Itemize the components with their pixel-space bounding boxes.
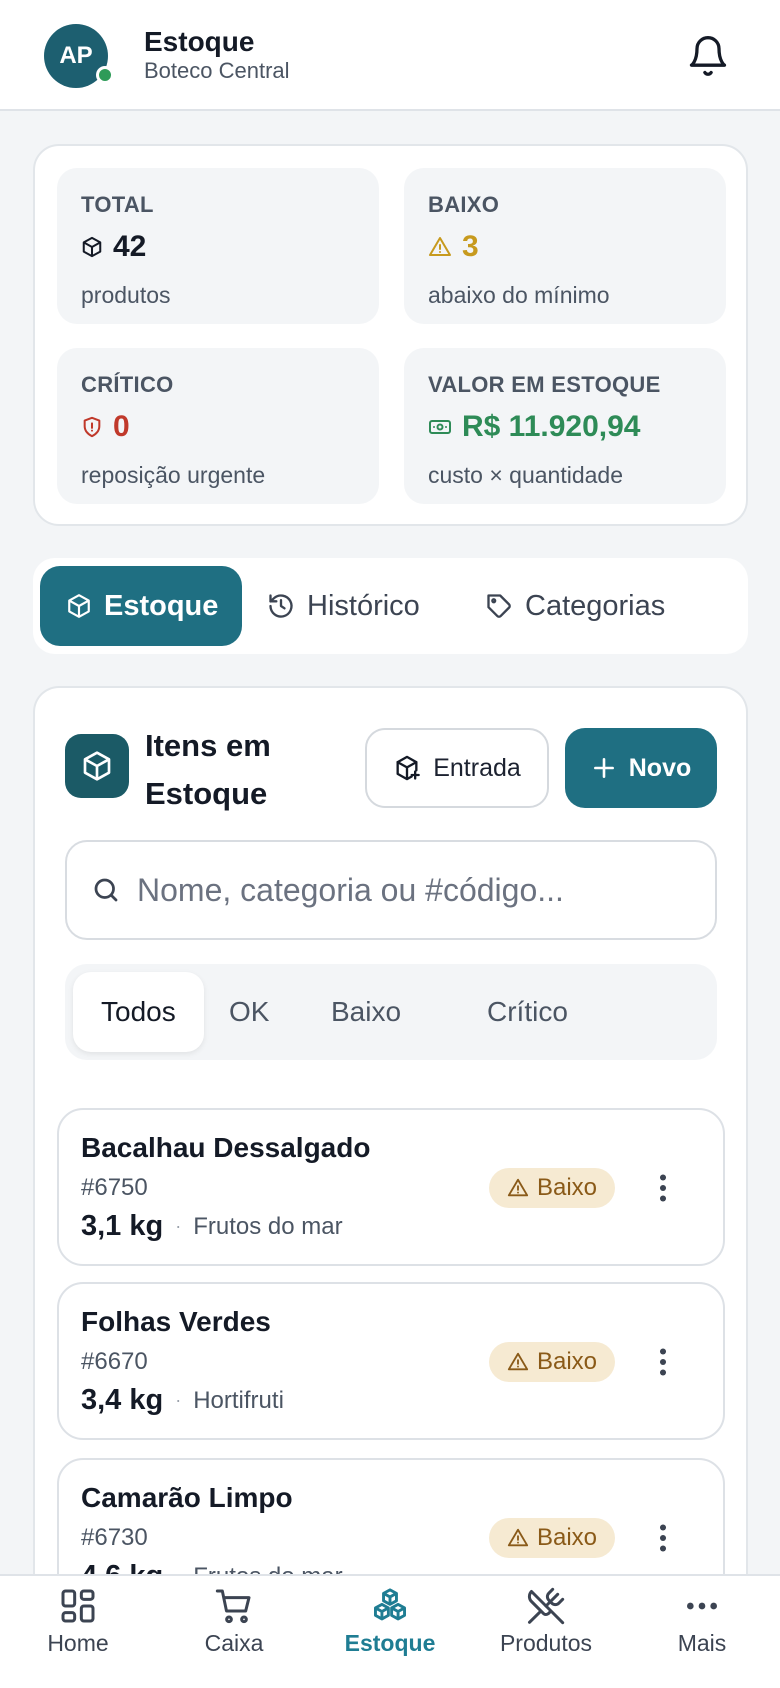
grid-icon	[58, 1586, 98, 1626]
novo-label: Novo	[628, 753, 692, 782]
status-badge: Baixo	[489, 1518, 615, 1558]
online-status-dot	[96, 66, 114, 84]
utensils-crossed-icon	[526, 1586, 566, 1626]
nav-label: Estoque	[344, 1630, 436, 1656]
warning-icon	[507, 1351, 529, 1373]
tab-label: Histórico	[307, 589, 420, 622]
tab-label: Categorias	[525, 589, 666, 622]
item-quantity: 3,4 kg	[81, 1384, 164, 1416]
stat-label: VALOR EM ESTOQUE	[428, 372, 661, 397]
more-vertical-icon[interactable]	[649, 1344, 677, 1380]
money-icon	[428, 415, 452, 439]
item-name: Camarão Limpo	[81, 1482, 293, 1513]
plus-icon	[591, 755, 617, 781]
stat-label: BAIXO	[428, 192, 500, 217]
nav-mais[interactable]: Mais	[632, 1586, 772, 1657]
item-code: #6750	[81, 1174, 148, 1201]
box-icon	[66, 593, 92, 619]
filter-ok[interactable]: OK	[229, 972, 269, 1052]
item-code: #6730	[81, 1524, 148, 1551]
nav-label: Produtos	[499, 1630, 593, 1656]
items-list: Bacalhau Dessalgado #6750 3,1 kg · Fruto…	[35, 1108, 750, 1608]
stat-value: 3	[462, 230, 479, 263]
separator-dot: ·	[175, 1216, 182, 1236]
separator-dot: ·	[175, 1390, 182, 1410]
stat-valor: VALOR EM ESTOQUE R$ 11.920,94 custo × qu…	[404, 348, 726, 504]
list-item[interactable]: Folhas Verdes #6670 3,4 kg · Hortifruti …	[57, 1282, 725, 1440]
more-vertical-icon[interactable]	[649, 1520, 677, 1556]
nav-label: Caixa	[204, 1630, 264, 1656]
item-quantity: 3,1 kg	[81, 1210, 164, 1242]
stat-baixo: BAIXO 3 abaixo do mínimo	[404, 168, 726, 324]
tab-historico[interactable]: Histórico	[267, 566, 420, 646]
search-box	[65, 840, 717, 940]
history-icon	[267, 592, 295, 620]
status-badge: Baixo	[489, 1342, 615, 1382]
bottom-navigation: Home Caixa Estoque Produtos Mais	[0, 1574, 780, 1688]
stat-critico: CRÍTICO 0 reposição urgente	[57, 348, 379, 504]
novo-button[interactable]: Novo	[565, 728, 717, 808]
status-label: Baixo	[536, 1524, 598, 1551]
item-code: #6670	[81, 1348, 148, 1375]
avatar[interactable]: AP	[44, 24, 114, 88]
tab-categorias[interactable]: Categorias	[485, 566, 665, 646]
entrada-label: Entrada	[433, 753, 521, 782]
filter-baixo[interactable]: Baixo	[331, 972, 401, 1052]
stat-description: abaixo do mínimo	[428, 282, 610, 308]
box-icon	[65, 734, 129, 798]
item-name: Bacalhau Dessalgado	[81, 1132, 371, 1163]
stats-card: TOTAL 42 produtos BAIXO 3 abaixo do míni…	[33, 144, 748, 526]
warning-icon	[428, 235, 452, 259]
nav-estoque[interactable]: Estoque	[320, 1586, 460, 1657]
status-filter: Todos OK Baixo Crítico	[65, 964, 717, 1060]
nav-label: Home	[47, 1630, 109, 1656]
item-category: Hortifruti	[193, 1386, 284, 1414]
status-label: Baixo	[536, 1174, 598, 1201]
stat-label: CRÍTICO	[81, 372, 174, 397]
box-plus-icon	[393, 754, 421, 782]
warning-icon	[507, 1527, 529, 1549]
more-vertical-icon[interactable]	[649, 1170, 677, 1206]
filter-todos[interactable]: Todos	[73, 972, 204, 1052]
nav-label: Mais	[677, 1630, 727, 1656]
tab-label: Estoque	[104, 589, 219, 622]
avatar-initials: AP	[59, 42, 93, 69]
establishment-name: Boteco Central	[144, 58, 290, 83]
tag-icon	[485, 592, 513, 620]
items-panel: Itens em Estoque Entrada Novo Todos OK B…	[33, 686, 748, 1688]
stat-value: R$ 11.920,94	[462, 410, 641, 443]
search-icon	[91, 875, 121, 905]
page-title: Estoque	[144, 26, 255, 57]
nav-caixa[interactable]: Caixa	[164, 1586, 304, 1657]
stat-value: 0	[113, 410, 130, 443]
item-name: Folhas Verdes	[81, 1306, 271, 1337]
item-category: Frutos do mar	[193, 1212, 343, 1240]
stat-label: TOTAL	[81, 192, 154, 217]
more-horizontal-icon	[682, 1586, 722, 1626]
panel-title: Itens em Estoque	[145, 728, 271, 811]
warning-icon	[507, 1177, 529, 1199]
box-icon	[81, 236, 103, 258]
boxes-icon	[369, 1586, 411, 1626]
entrada-button[interactable]: Entrada	[365, 728, 549, 808]
stat-description: custo × quantidade	[428, 462, 624, 488]
bell-icon[interactable]	[686, 34, 730, 78]
cart-icon	[214, 1586, 254, 1626]
nav-home[interactable]: Home	[8, 1586, 148, 1657]
list-item[interactable]: Bacalhau Dessalgado #6750 3,1 kg · Fruto…	[57, 1108, 725, 1266]
status-badge: Baixo	[489, 1168, 615, 1208]
stat-description: produtos	[81, 282, 171, 308]
shield-alert-icon	[81, 416, 103, 438]
section-tabs: Estoque Histórico Categorias	[33, 558, 748, 654]
stat-description: reposição urgente	[81, 462, 266, 488]
filter-critico[interactable]: Crítico	[487, 972, 568, 1052]
tab-estoque[interactable]: Estoque	[40, 566, 243, 646]
stat-value: 42	[113, 230, 147, 263]
app-header: AP Estoque Boteco Central	[0, 0, 780, 111]
search-input[interactable]	[137, 871, 677, 909]
status-label: Baixo	[536, 1348, 598, 1375]
nav-produtos[interactable]: Produtos	[476, 1586, 616, 1657]
stat-total: TOTAL 42 produtos	[57, 168, 379, 324]
